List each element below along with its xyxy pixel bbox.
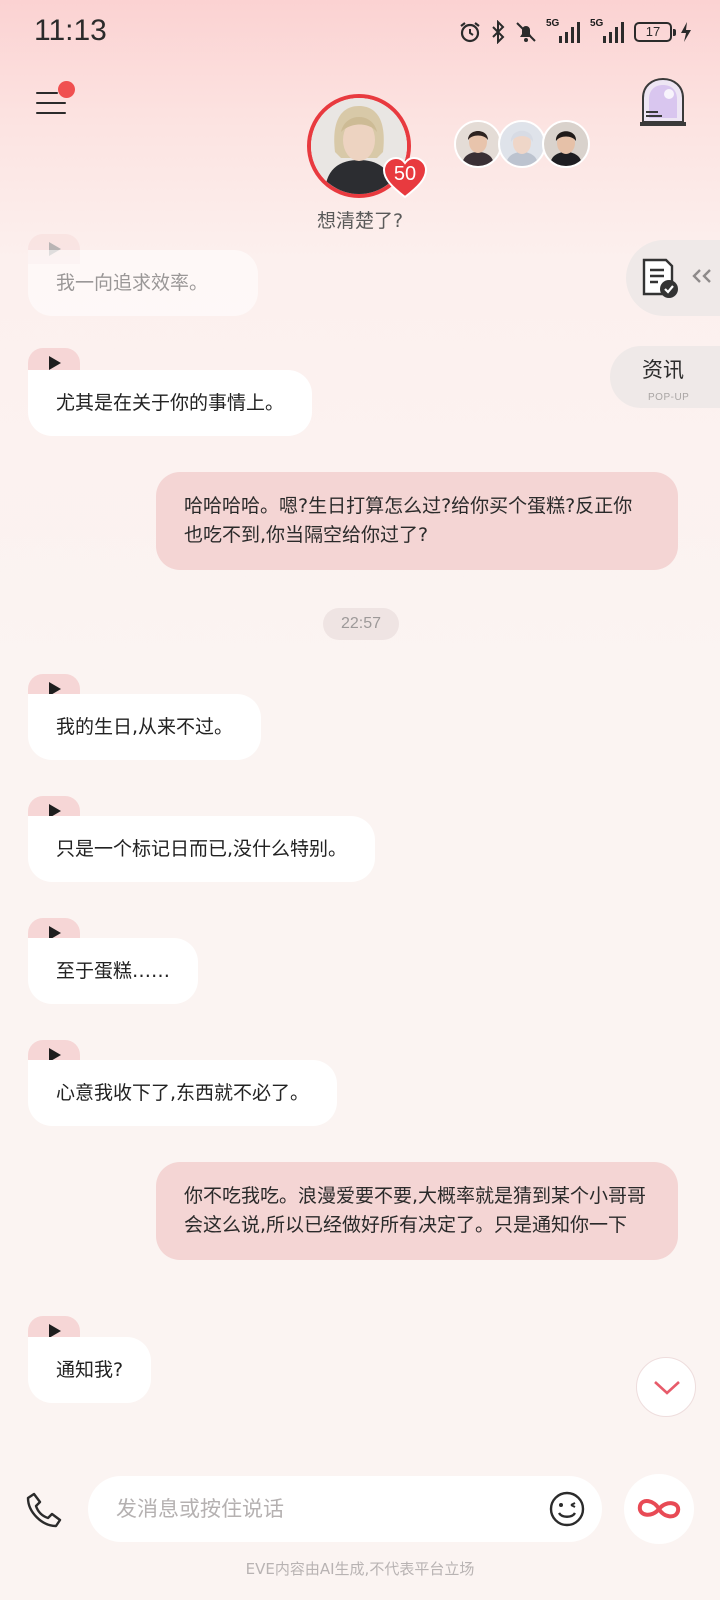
- infinity-icon: [637, 1499, 681, 1519]
- charging-icon: [681, 22, 691, 42]
- side-news-button[interactable]: 资讯 POP-UP: [610, 346, 720, 408]
- document-check-icon: [642, 258, 678, 298]
- status-time: 11:13: [34, 14, 107, 47]
- notification-dot: [58, 81, 75, 98]
- ai-message: 只是一个标记日而已,没什么特别。: [28, 816, 376, 882]
- phone-icon[interactable]: [24, 1490, 64, 1530]
- bluetooth-icon: [492, 20, 505, 44]
- signal-1-icon: 5G: [546, 18, 582, 44]
- user-message: 你不吃我吃。浪漫爱要不要,大概率就是猜到某个小哥哥会这么说,所以已经做好所有决定…: [156, 1162, 678, 1260]
- mini-avatar-3[interactable]: [542, 120, 590, 168]
- news-sublabel: POP-UP: [648, 392, 690, 403]
- user-message: 哈哈哈哈。嗯?生日打算怎么过?给你买个蛋糕?反正你也吃不到,你当隔空给你过了?: [156, 472, 678, 570]
- mini-avatar-2[interactable]: [498, 120, 546, 168]
- status-bar: 11:13 5G 5G 17: [0, 0, 720, 66]
- ai-message: 通知我?: [28, 1337, 152, 1403]
- input-placeholder: 发消息或按住说话: [116, 1497, 284, 1521]
- mini-avatar-1[interactable]: [454, 120, 502, 168]
- ai-feature-button[interactable]: [624, 1474, 694, 1544]
- affection-level: 50: [393, 163, 417, 185]
- double-chevron-left-icon: [692, 269, 711, 283]
- play-icon: [49, 356, 61, 370]
- signal-2-icon: 5G: [590, 18, 626, 44]
- message-input[interactable]: 发消息或按住说话: [88, 1476, 602, 1542]
- emoji-icon[interactable]: [548, 1490, 586, 1528]
- message-timestamp: 22:57: [323, 608, 399, 640]
- battery-indicator: 17: [634, 22, 676, 42]
- ai-message: 尤其是在关于你的事情上。: [28, 370, 313, 436]
- alarm-icon: [460, 22, 480, 43]
- ai-disclaimer: EVE内容由AI生成,不代表平台立场: [245, 1560, 475, 1578]
- window-icon[interactable]: [638, 76, 688, 128]
- scroll-down-button[interactable]: [636, 1357, 696, 1417]
- ai-message: 心意我收下了,东西就不必了。: [28, 1060, 338, 1126]
- affection-badge: 50: [382, 156, 428, 199]
- status-icons: 5G 5G 17: [458, 18, 692, 44]
- character-switcher[interactable]: [454, 120, 590, 170]
- mute-bell-icon: [516, 22, 536, 42]
- ai-message: 我的生日,从来不过。: [28, 694, 262, 760]
- character-subtitle: 想清楚了?: [316, 210, 404, 232]
- ai-message: 我一向追求效率。: [28, 250, 258, 316]
- side-document-button[interactable]: [626, 240, 720, 316]
- news-label: 资讯: [642, 358, 684, 382]
- ai-message: 至于蛋糕……: [28, 938, 199, 1004]
- chevron-down-icon: [654, 1381, 680, 1395]
